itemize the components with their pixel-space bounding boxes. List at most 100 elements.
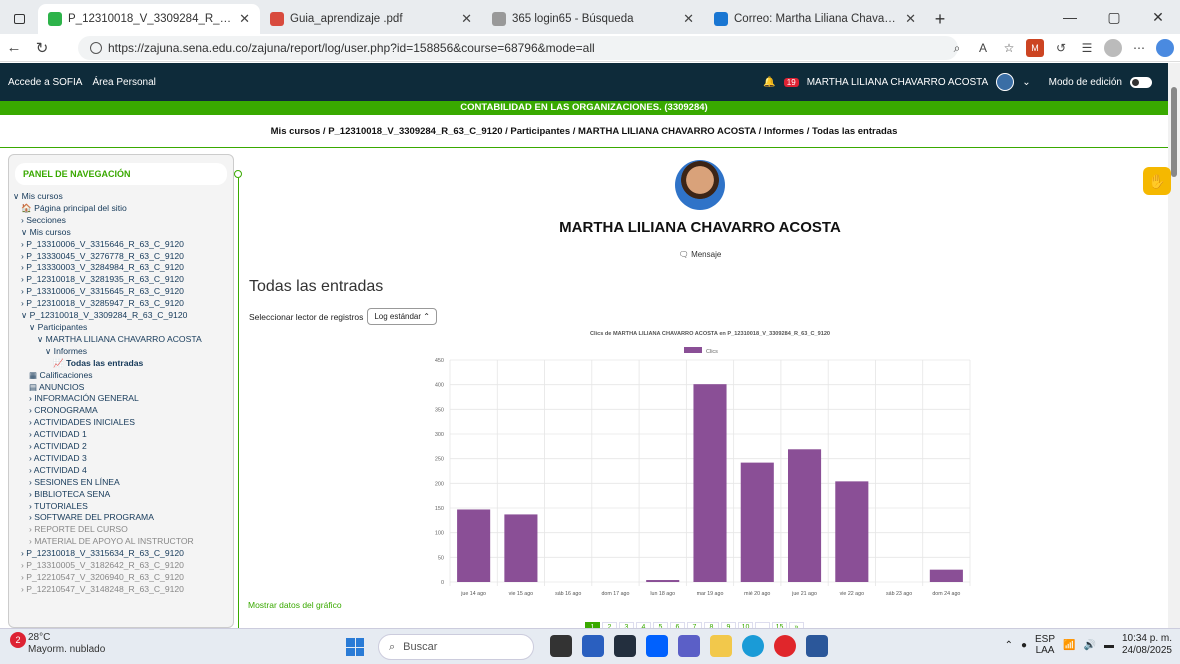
sidebar-item[interactable]: 📈 Todas las entradas: [13, 358, 233, 370]
sidebar-item[interactable]: › ACTIVIDAD 2: [13, 441, 233, 453]
dropbox-icon[interactable]: [646, 635, 668, 657]
language-indicator[interactable]: ESP LAA: [1035, 634, 1055, 656]
zoom-icon[interactable]: ⌕: [948, 39, 966, 57]
sidebar-item[interactable]: › P_12310018_V_3285947_R_63_C_9120: [13, 298, 233, 310]
sidebar-item[interactable]: › ACTIVIDAD 3: [13, 453, 233, 465]
tray-app-icon[interactable]: ●: [1021, 640, 1027, 651]
log-reader-select[interactable]: Log estándar ⌃: [367, 308, 437, 325]
course-banner: CONTABILIDAD EN LAS ORGANIZACIONES. (330…: [0, 101, 1168, 115]
read-aloud-icon[interactable]: A: [974, 39, 992, 57]
sidebar-item[interactable]: ∨ Mis cursos: [13, 191, 233, 203]
close-tab-icon[interactable]: ✕: [239, 11, 250, 27]
sidebar-item[interactable]: › TUTORIALES: [13, 501, 233, 513]
sidebar-item[interactable]: › P_13310006_V_3315646_R_63_C_9120: [13, 239, 233, 251]
sidebar-item[interactable]: ∨ MARTHA LILIANA CHAVARRO ACOSTA: [13, 334, 233, 346]
taskbar-search[interactable]: ⌕ Buscar: [378, 634, 534, 660]
opera-icon[interactable]: [774, 635, 796, 657]
link-sofia[interactable]: Accede a SOFIA: [8, 77, 82, 88]
sidebar-item[interactable]: ∨ Informes: [13, 346, 233, 358]
sidebar-item[interactable]: › ACTIVIDAD 4: [13, 465, 233, 477]
close-window-button[interactable]: ✕: [1136, 0, 1180, 34]
word-icon[interactable]: [806, 635, 828, 657]
start-button[interactable]: [346, 638, 364, 656]
legend-swatch: [684, 347, 702, 353]
x-tick-label: sáb 16 ago: [555, 591, 581, 597]
sidebar-item[interactable]: ∨ P_12310018_V_3309284_R_63_C_9120: [13, 310, 233, 322]
more-icon[interactable]: ⋯: [1130, 39, 1148, 57]
browser-tab[interactable]: Correo: Martha Liliana Chavarro A ✕: [704, 4, 926, 34]
task-view-icon[interactable]: [550, 635, 572, 657]
breadcrumb[interactable]: Mis cursos / P_12310018_V_3309284_R_63_C…: [0, 115, 1168, 148]
refresh-extension-icon[interactable]: ↺: [1052, 39, 1070, 57]
sidebar-item[interactable]: ∨ Participantes: [13, 322, 233, 334]
close-tab-icon[interactable]: ✕: [905, 11, 916, 27]
tab-title: Correo: Martha Liliana Chavarro A: [734, 13, 900, 25]
notification-badge[interactable]: 19: [783, 77, 799, 87]
site-info-icon[interactable]: [90, 42, 102, 54]
browser-tab[interactable]: Guia_aprendizaje .pdf ✕: [260, 4, 482, 34]
sidebar-item[interactable]: › P_13310006_V_3315645_R_63_C_9120: [13, 286, 233, 298]
show-chart-data-link[interactable]: Mostrar datos del gráfico: [248, 600, 342, 610]
favorite-star-icon[interactable]: ☆: [1000, 39, 1018, 57]
edge-icon[interactable]: [742, 635, 764, 657]
battery-icon[interactable]: ▬: [1104, 640, 1114, 651]
avatar[interactable]: [996, 73, 1015, 91]
reload-button[interactable]: ↻: [28, 34, 56, 62]
profile-icon[interactable]: [1104, 39, 1122, 57]
chevron-down-icon[interactable]: ⌄: [1022, 77, 1030, 88]
file-explorer-icon[interactable]: [710, 635, 732, 657]
teams-icon[interactable]: [678, 635, 700, 657]
close-tab-icon[interactable]: ✕: [683, 11, 694, 27]
sidebar-item[interactable]: ∨ Mis cursos: [13, 227, 233, 239]
sidebar-item[interactable]: › MATERIAL DE APOYO AL INSTRUCTOR: [13, 536, 233, 548]
maximize-button[interactable]: ▢: [1092, 0, 1136, 34]
user-menu-name[interactable]: MARTHA LILIANA CHAVARRO ACOSTA: [807, 77, 989, 88]
sidebar-item[interactable]: ▤ ANUNCIOS: [13, 382, 233, 394]
browser-tab[interactable]: P_12310018_V_3309284_R_63_C_9 ✕: [38, 4, 260, 34]
back-button[interactable]: ←: [0, 34, 28, 62]
message-button[interactable]: 🗨 Mensaje: [660, 250, 740, 259]
browser-tab[interactable]: 365 login65 - Búsqueda ✕: [482, 4, 704, 34]
sidebar-item[interactable]: › P_13330003_V_3284984_R_63_C_9120: [13, 262, 233, 274]
x-tick-label: vie 15 ago: [509, 591, 533, 597]
url-text: https://zajuna.sena.edu.co/zajuna/report…: [108, 41, 595, 55]
bell-icon[interactable]: 🔔: [763, 77, 775, 88]
tab-actions-button[interactable]: [0, 4, 38, 34]
extension-icon[interactable]: M: [1026, 39, 1044, 57]
sidebar-item[interactable]: › SESIONES EN LÍNEA: [13, 477, 233, 489]
sidebar-item[interactable]: › SOFTWARE DEL PROGRAMA: [13, 512, 233, 524]
page-scrollbar[interactable]: [1168, 63, 1180, 628]
sidebar-item[interactable]: › REPORTE DEL CURSO: [13, 524, 233, 536]
volume-icon[interactable]: 🔊: [1083, 640, 1095, 651]
edit-mode-toggle[interactable]: [1130, 76, 1152, 88]
sidebar-item[interactable]: › Secciones: [13, 215, 233, 227]
wifi-icon[interactable]: 📶: [1063, 640, 1075, 651]
sidebar-item[interactable]: › P_13310005_V_3182642_R_63_C_9120: [13, 560, 233, 572]
sidebar-item[interactable]: 🏠 Página principal del sitio: [13, 203, 233, 215]
sidebar-item[interactable]: › P_12210547_V_3206940_R_63_C_9120: [13, 572, 233, 584]
sidebar-item[interactable]: › CRONOGRAMA: [13, 405, 233, 417]
bar: [504, 514, 538, 582]
minimize-button[interactable]: —: [1048, 0, 1092, 34]
favorites-icon[interactable]: ☰: [1078, 39, 1096, 57]
new-tab-button[interactable]: +: [926, 4, 954, 34]
url-field[interactable]: https://zajuna.sena.edu.co/zajuna/report…: [78, 36, 958, 60]
amazon-icon[interactable]: [614, 635, 636, 657]
chevron-up-icon[interactable]: ⌃: [1005, 640, 1013, 651]
clock[interactable]: 10:34 p. m. 24/08/2025: [1122, 633, 1172, 657]
widgets-icon[interactable]: [582, 635, 604, 657]
sidebar-item[interactable]: › P_12310018_V_3281935_R_63_C_9120: [13, 274, 233, 286]
sidebar-item[interactable]: ▦ Calificaciones: [13, 370, 233, 382]
sidebar-item[interactable]: › P_12210547_V_3148248_R_63_C_9120: [13, 584, 233, 596]
sidebar-item[interactable]: › P_13330045_V_3276778_R_63_C_9120: [13, 251, 233, 263]
help-icon[interactable]: ✋: [1143, 167, 1171, 195]
sidebar-item[interactable]: › P_12310018_V_3315634_R_63_C_9120: [13, 548, 233, 560]
sidebar-item[interactable]: › BIBLIOTECA SENA: [13, 489, 233, 501]
sidebar-item[interactable]: › INFORMACIÓN GENERAL: [13, 393, 233, 405]
weather-widget[interactable]: 2 28°C Mayorm. nublado: [10, 632, 105, 656]
close-tab-icon[interactable]: ✕: [461, 11, 472, 27]
sidebar-item[interactable]: › ACTIVIDAD 1: [13, 429, 233, 441]
link-area-personal[interactable]: Área Personal: [92, 77, 155, 88]
sidebar-item[interactable]: › ACTIVIDADES INICIALES: [13, 417, 233, 429]
copilot-icon[interactable]: [1156, 39, 1174, 57]
